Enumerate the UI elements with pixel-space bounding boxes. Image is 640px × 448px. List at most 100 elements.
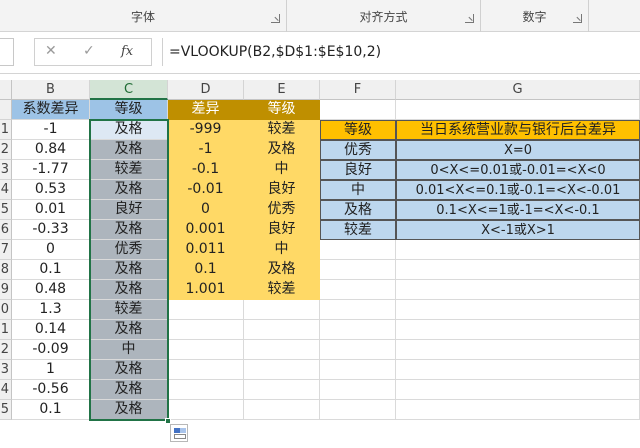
cell-b[interactable]: 0.1: [12, 400, 90, 420]
cell-g[interactable]: [396, 320, 640, 340]
cell-c[interactable]: 优秀: [90, 240, 168, 260]
dialog-launcher-icon[interactable]: [271, 14, 280, 23]
column-header-d[interactable]: D: [168, 80, 244, 100]
cell-d[interactable]: [168, 340, 244, 360]
cell-g[interactable]: [396, 260, 640, 280]
cell-f[interactable]: [320, 400, 396, 420]
cell-b[interactable]: 0.01: [12, 200, 90, 220]
row-header[interactable]: 1: [0, 320, 12, 340]
cell-f[interactable]: [320, 260, 396, 280]
cell-d[interactable]: 0.011: [168, 240, 244, 260]
cell-b[interactable]: -1.77: [12, 160, 90, 180]
dialog-launcher-icon[interactable]: [573, 14, 582, 23]
row-header[interactable]: [0, 100, 12, 120]
cell-e[interactable]: 良好: [244, 180, 320, 200]
column-header-f[interactable]: F: [320, 80, 396, 100]
cell-g[interactable]: [396, 360, 640, 380]
cell-c[interactable]: 及格: [90, 260, 168, 280]
cell-c[interactable]: 及格: [90, 400, 168, 420]
cell-b[interactable]: 0.1: [12, 260, 90, 280]
cell-e[interactable]: 及格: [244, 260, 320, 280]
cell-b[interactable]: 0.84: [12, 140, 90, 160]
cell-f[interactable]: [320, 340, 396, 360]
cell-e[interactable]: 良好: [244, 220, 320, 240]
cell-e[interactable]: [244, 340, 320, 360]
cell-d[interactable]: [168, 320, 244, 340]
cell-e[interactable]: 中: [244, 160, 320, 180]
dialog-launcher-icon[interactable]: [465, 14, 474, 23]
cell-g[interactable]: [396, 380, 640, 400]
row-header[interactable]: 5: [0, 400, 12, 420]
cell-g[interactable]: 0.01<X<=0.1或-0.1=<X<-0.01: [396, 180, 640, 200]
cell-d[interactable]: -1: [168, 140, 244, 160]
cell-e[interactable]: [244, 400, 320, 420]
cell-f[interactable]: [320, 100, 396, 120]
cancel-icon[interactable]: ✕: [45, 43, 57, 59]
cell-e[interactable]: 及格: [244, 140, 320, 160]
cell-c[interactable]: 及格: [90, 280, 168, 300]
cell-f[interactable]: 优秀: [320, 140, 396, 160]
row-header[interactable]: 3: [0, 160, 12, 180]
cell-f[interactable]: [320, 360, 396, 380]
cell-e[interactable]: [244, 360, 320, 380]
row-header[interactable]: 3: [0, 360, 12, 380]
cell-e[interactable]: 较差: [244, 120, 320, 140]
cell-b[interactable]: 系数差异: [12, 100, 90, 120]
column-header-b[interactable]: B: [12, 80, 90, 100]
cell-d[interactable]: [168, 400, 244, 420]
cell-f[interactable]: 较差: [320, 220, 396, 240]
row-header[interactable]: 7: [0, 240, 12, 260]
cell-c[interactable]: 及格: [90, 320, 168, 340]
cell-g[interactable]: [396, 340, 640, 360]
cell-e[interactable]: 较差: [244, 280, 320, 300]
row-header[interactable]: 5: [0, 200, 12, 220]
cell-b[interactable]: -0.33: [12, 220, 90, 240]
cell-f[interactable]: [320, 240, 396, 260]
cell-b[interactable]: 1.3: [12, 300, 90, 320]
cell-g[interactable]: [396, 100, 640, 120]
cell-b[interactable]: 0.53: [12, 180, 90, 200]
cell-f[interactable]: [320, 380, 396, 400]
cell-c[interactable]: 及格: [90, 360, 168, 380]
row-header[interactable]: 2: [0, 340, 12, 360]
cell-c[interactable]: 较差: [90, 300, 168, 320]
cell-c[interactable]: 良好: [90, 200, 168, 220]
cell-c[interactable]: 及格: [90, 220, 168, 240]
formula-input[interactable]: =VLOOKUP(B2,$D$1:$E$10,2): [162, 38, 640, 66]
row-header[interactable]: 9: [0, 280, 12, 300]
row-header[interactable]: 4: [0, 380, 12, 400]
cell-g[interactable]: X=0: [396, 140, 640, 160]
cell-f[interactable]: [320, 300, 396, 320]
cell-g[interactable]: 0.1<X<=1或-1=<X<-0.1: [396, 200, 640, 220]
cell-b[interactable]: 0.14: [12, 320, 90, 340]
worksheet-grid[interactable]: 系数差异 等级 差异 等级 1 -1 及格 -999 较差 等级 当日系统营业款与银行后台差异 2 0.…: [0, 100, 640, 448]
column-header-g[interactable]: G: [396, 80, 640, 100]
cell-d[interactable]: [168, 380, 244, 400]
row-header[interactable]: 2: [0, 140, 12, 160]
cell-d[interactable]: 0.001: [168, 220, 244, 240]
cell-g[interactable]: 当日系统营业款与银行后台差异: [396, 120, 640, 140]
cell-d[interactable]: 0.1: [168, 260, 244, 280]
cell-c[interactable]: 及格: [90, 140, 168, 160]
quick-analysis-icon[interactable]: [170, 424, 188, 442]
cell-e[interactable]: [244, 380, 320, 400]
cell-c[interactable]: 及格: [90, 120, 168, 140]
cell-b[interactable]: 0.48: [12, 280, 90, 300]
cell-f[interactable]: [320, 280, 396, 300]
column-header-e[interactable]: E: [244, 80, 320, 100]
cell-f[interactable]: 良好: [320, 160, 396, 180]
cell-g[interactable]: X<-1或X>1: [396, 220, 640, 240]
cell-f[interactable]: 等级: [320, 120, 396, 140]
cell-d[interactable]: 0: [168, 200, 244, 220]
cell-f[interactable]: 中: [320, 180, 396, 200]
cell-e[interactable]: [244, 320, 320, 340]
select-all-corner[interactable]: [0, 80, 12, 100]
cell-g[interactable]: 0<X<=0.01或-0.01=<X<0: [396, 160, 640, 180]
cell-c[interactable]: 及格: [90, 380, 168, 400]
cell-d[interactable]: -0.01: [168, 180, 244, 200]
cell-e[interactable]: 中: [244, 240, 320, 260]
cell-b[interactable]: -0.09: [12, 340, 90, 360]
cell-d[interactable]: [168, 300, 244, 320]
cell-b[interactable]: 0: [12, 240, 90, 260]
cell-e[interactable]: 等级: [244, 100, 320, 120]
